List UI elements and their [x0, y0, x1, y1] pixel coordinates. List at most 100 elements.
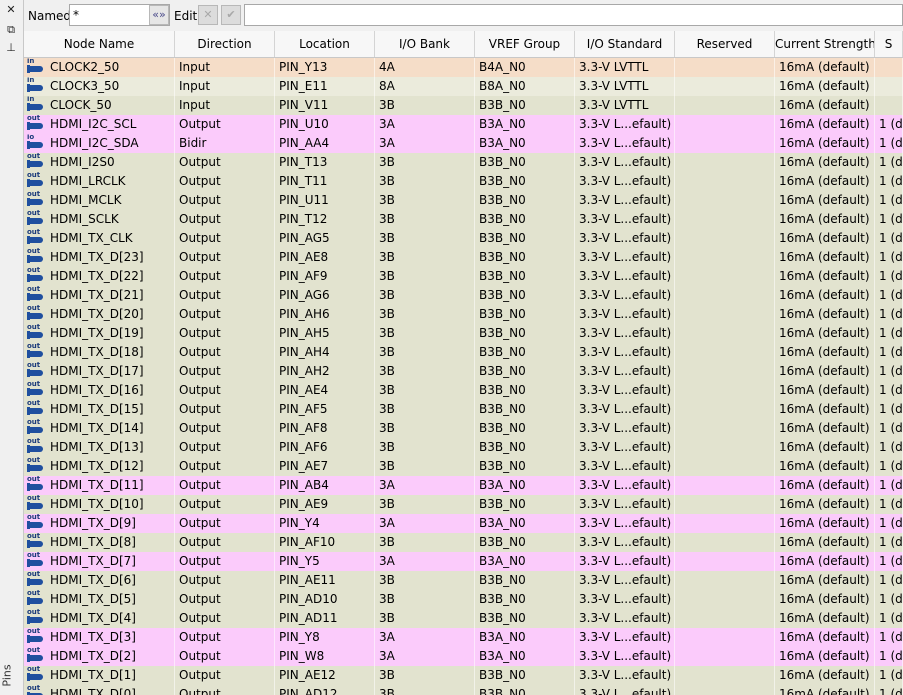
- cell-bank[interactable]: 3B: [375, 286, 475, 305]
- cell-bank[interactable]: 3A: [375, 134, 475, 153]
- cell-dir[interactable]: Output: [175, 514, 275, 533]
- cell-bank[interactable]: 3A: [375, 647, 475, 666]
- cell-std[interactable]: 3.3-V L...efault): [575, 324, 675, 343]
- cell-cur[interactable]: 16mA (default): [775, 666, 875, 685]
- cell-vref[interactable]: B3B_N0: [475, 419, 575, 438]
- cell-name[interactable]: out HDMI_TX_D[5]: [24, 590, 175, 609]
- cell-loc[interactable]: PIN_V11: [275, 96, 375, 115]
- cell-cur[interactable]: 16mA (default): [775, 191, 875, 210]
- cell-res[interactable]: [675, 476, 775, 495]
- cell-name[interactable]: out HDMI_TX_D[12]: [24, 457, 175, 476]
- cell-bank[interactable]: 4A: [375, 58, 475, 77]
- column-header[interactable]: Current Strength: [775, 31, 875, 57]
- cell-loc[interactable]: PIN_E11: [275, 77, 375, 96]
- cell-cur[interactable]: 16mA (default): [775, 324, 875, 343]
- x-icon[interactable]: ✕: [198, 5, 218, 25]
- table-row[interactable]: out HDMI_I2C_SCL Output PIN_U10 3A B3A_N0 3.3-…: [24, 115, 903, 134]
- cell-name[interactable]: out HDMI_TX_CLK: [24, 229, 175, 248]
- cell-cur[interactable]: 16mA (default): [775, 685, 875, 695]
- column-header[interactable]: VREF Group: [475, 31, 575, 57]
- cell-vref[interactable]: B8A_N0: [475, 77, 575, 96]
- cell-sl[interactable]: 1 (de: [875, 191, 903, 210]
- cell-std[interactable]: 3.3-V L...efault): [575, 248, 675, 267]
- cell-bank[interactable]: 3B: [375, 343, 475, 362]
- cell-vref[interactable]: B3A_N0: [475, 115, 575, 134]
- cell-name[interactable]: out HDMI_TX_D[13]: [24, 438, 175, 457]
- table-row[interactable]: out HDMI_LRCLK Output PIN_T11 3B B3B_N0 3.3-V …: [24, 172, 903, 191]
- cell-dir[interactable]: Input: [175, 96, 275, 115]
- cell-dir[interactable]: Output: [175, 286, 275, 305]
- cell-cur[interactable]: 16mA (default): [775, 134, 875, 153]
- column-header[interactable]: Direction: [175, 31, 275, 57]
- cell-res[interactable]: [675, 628, 775, 647]
- cell-res[interactable]: [675, 438, 775, 457]
- cell-sl[interactable]: [875, 58, 903, 77]
- cell-dir[interactable]: Output: [175, 115, 275, 134]
- cell-res[interactable]: [675, 77, 775, 96]
- cell-dir[interactable]: Output: [175, 533, 275, 552]
- cell-sl[interactable]: 1 (de: [875, 324, 903, 343]
- table-row[interactable]: out HDMI_TX_D[13] Output PIN_AF6 3B B3B_N0 3.3…: [24, 438, 903, 457]
- table-row[interactable]: out HDMI_TX_D[4] Output PIN_AD11 3B B3B_N0 3.3…: [24, 609, 903, 628]
- cell-sl[interactable]: 1 (de: [875, 552, 903, 571]
- column-header[interactable]: Location: [275, 31, 375, 57]
- cell-sl[interactable]: 1 (de: [875, 666, 903, 685]
- cell-vref[interactable]: B3B_N0: [475, 362, 575, 381]
- cell-dir[interactable]: Output: [175, 571, 275, 590]
- cell-res[interactable]: [675, 134, 775, 153]
- cell-res[interactable]: [675, 343, 775, 362]
- cell-bank[interactable]: 3B: [375, 305, 475, 324]
- cell-name[interactable]: out HDMI_TX_D[19]: [24, 324, 175, 343]
- cell-dir[interactable]: Output: [175, 324, 275, 343]
- cell-vref[interactable]: B3B_N0: [475, 286, 575, 305]
- cell-dir[interactable]: Output: [175, 267, 275, 286]
- cell-sl[interactable]: 1 (de: [875, 267, 903, 286]
- table-row[interactable]: out HDMI_TX_CLK Output PIN_AG5 3B B3B_N0 3.3-V…: [24, 229, 903, 248]
- cell-bank[interactable]: 3B: [375, 419, 475, 438]
- cell-cur[interactable]: 16mA (default): [775, 96, 875, 115]
- cell-vref[interactable]: B3B_N0: [475, 438, 575, 457]
- cell-loc[interactable]: PIN_AE8: [275, 248, 375, 267]
- table-row[interactable]: out HDMI_TX_D[20] Output PIN_AH6 3B B3B_N0 3.3…: [24, 305, 903, 324]
- cell-dir[interactable]: Output: [175, 457, 275, 476]
- cell-vref[interactable]: B3B_N0: [475, 267, 575, 286]
- cell-loc[interactable]: PIN_AF5: [275, 400, 375, 419]
- cell-dir[interactable]: Output: [175, 438, 275, 457]
- table-row[interactable]: out HDMI_TX_D[23] Output PIN_AE8 3B B3B_N0 3.3…: [24, 248, 903, 267]
- cell-vref[interactable]: B3A_N0: [475, 134, 575, 153]
- cell-sl[interactable]: 1 (de: [875, 305, 903, 324]
- cell-res[interactable]: [675, 191, 775, 210]
- cell-std[interactable]: 3.3-V LVTTL: [575, 77, 675, 96]
- cell-std[interactable]: 3.3-V L...efault): [575, 267, 675, 286]
- cell-loc[interactable]: PIN_Y4: [275, 514, 375, 533]
- cell-bank[interactable]: 3B: [375, 267, 475, 286]
- cell-name[interactable]: out HDMI_TX_D[21]: [24, 286, 175, 305]
- cell-std[interactable]: 3.3-V LVTTL: [575, 58, 675, 77]
- cell-res[interactable]: [675, 229, 775, 248]
- cell-res[interactable]: [675, 609, 775, 628]
- cell-vref[interactable]: B3B_N0: [475, 248, 575, 267]
- cell-res[interactable]: [675, 362, 775, 381]
- cell-bank[interactable]: 3B: [375, 666, 475, 685]
- cell-name[interactable]: out HDMI_LRCLK: [24, 172, 175, 191]
- cell-sl[interactable]: 1 (de: [875, 115, 903, 134]
- cell-dir[interactable]: Output: [175, 685, 275, 695]
- cell-dir[interactable]: Output: [175, 628, 275, 647]
- cell-sl[interactable]: 1 (de: [875, 457, 903, 476]
- cell-loc[interactable]: PIN_AD12: [275, 685, 375, 695]
- table-row[interactable]: in CLOCK3_50 Input PIN_E11 8A B8A_N0 3.3-V LVT…: [24, 77, 903, 96]
- cell-name[interactable]: out HDMI_SCLK: [24, 210, 175, 229]
- cell-dir[interactable]: Output: [175, 210, 275, 229]
- cell-dir[interactable]: Output: [175, 552, 275, 571]
- cell-res[interactable]: [675, 400, 775, 419]
- cell-dir[interactable]: Output: [175, 476, 275, 495]
- cell-std[interactable]: 3.3-V L...efault): [575, 362, 675, 381]
- cell-dir[interactable]: Output: [175, 191, 275, 210]
- cell-vref[interactable]: B3B_N0: [475, 210, 575, 229]
- cell-sl[interactable]: 1 (de: [875, 400, 903, 419]
- table-row[interactable]: out HDMI_TX_D[22] Output PIN_AF9 3B B3B_N0 3.3…: [24, 267, 903, 286]
- cell-name[interactable]: out HDMI_TX_D[20]: [24, 305, 175, 324]
- cell-sl[interactable]: [875, 96, 903, 115]
- cell-sl[interactable]: 1 (de: [875, 609, 903, 628]
- cell-loc[interactable]: PIN_AE7: [275, 457, 375, 476]
